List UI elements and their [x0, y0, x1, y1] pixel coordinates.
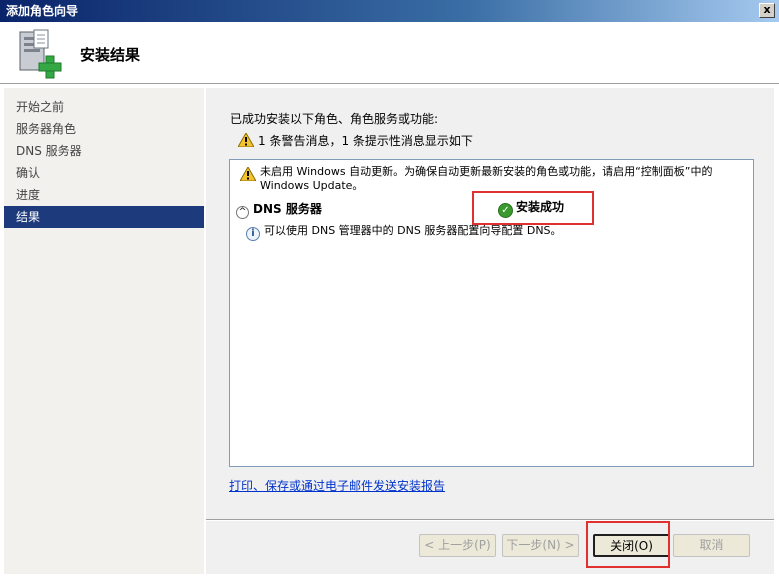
nav-item-server-roles[interactable]: 服务器角色	[4, 118, 204, 140]
warning-message: 未启用 Windows 自动更新。为确保自动更新最新安装的角色或功能，请启用“控…	[240, 165, 750, 193]
next-button[interactable]: 下一步(N) >	[502, 534, 579, 557]
warning-message-text: 未启用 Windows 自动更新。为确保自动更新最新安装的角色或功能，请启用“控…	[260, 165, 713, 192]
collapse-icon[interactable]: ^	[236, 206, 249, 219]
button-separator	[206, 519, 774, 521]
wizard-header: 安装结果	[0, 22, 779, 84]
page-title: 安装结果	[80, 46, 141, 64]
install-report-link[interactable]: 打印、保存或通过电子邮件发送安装报告	[229, 477, 445, 494]
status-highlight-box	[472, 191, 594, 225]
cancel-button[interactable]: 取消	[673, 534, 750, 557]
window-close-button[interactable]: x	[759, 3, 775, 18]
info-icon: i	[246, 227, 260, 241]
warning-icon	[240, 167, 256, 181]
intro-text: 已成功安装以下角色、角色服务或功能:	[230, 112, 439, 126]
previous-button[interactable]: < 上一步(P)	[419, 534, 496, 557]
wizard-nav: 开始之前 服务器角色 DNS 服务器 确认 进度 结果	[4, 88, 204, 574]
wizard-content: 已成功安装以下角色、角色服务或功能: 1 条警告消息，1 条提示性消息显示如下 …	[206, 88, 774, 574]
info-message-text: 可以使用 DNS 管理器中的 DNS 服务器配置向导配置 DNS。	[264, 224, 562, 237]
server-add-icon	[19, 29, 62, 79]
nav-item-results[interactable]: 结果	[4, 206, 204, 228]
summary-line: 1 条警告消息，1 条提示性消息显示如下	[238, 132, 473, 149]
nav-item-confirmation[interactable]: 确认	[4, 162, 204, 184]
nav-item-before-you-begin[interactable]: 开始之前	[4, 96, 204, 118]
window-titlebar: 添加角色向导 x	[0, 0, 779, 22]
close-button-highlight-box	[586, 521, 670, 568]
nav-item-progress[interactable]: 进度	[4, 184, 204, 206]
window-title: 添加角色向导	[6, 4, 79, 18]
warning-icon	[238, 133, 254, 147]
summary-text: 1 条警告消息，1 条提示性消息显示如下	[258, 134, 473, 148]
nav-item-dns-server[interactable]: DNS 服务器	[4, 140, 204, 162]
role-name: DNS 服务器	[253, 202, 322, 216]
